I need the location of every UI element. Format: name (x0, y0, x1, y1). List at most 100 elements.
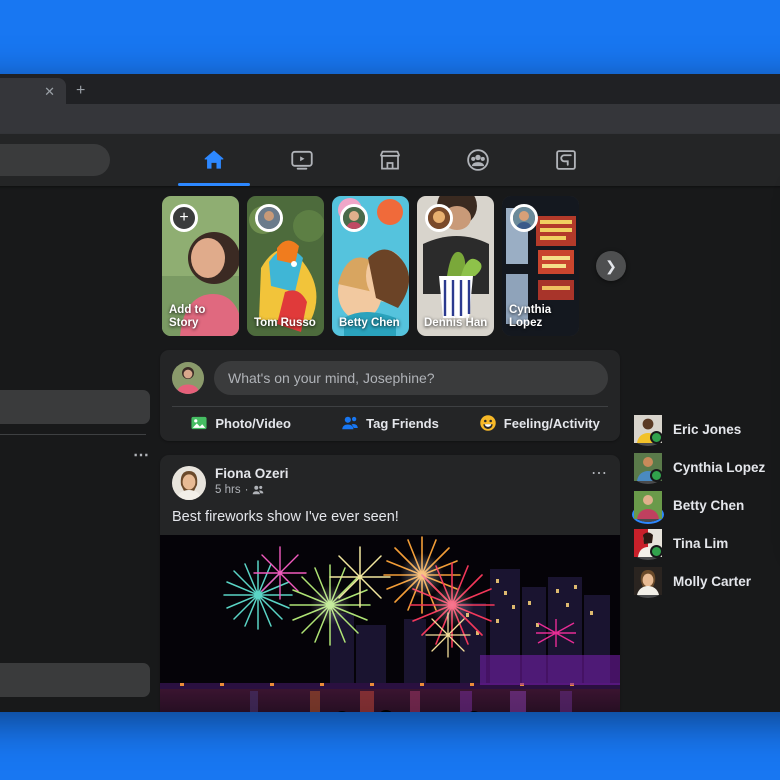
online-status-dot (650, 469, 663, 482)
desktop-background: k ✕ + book.com f (0, 0, 780, 780)
composer-row: What's on your mind, Josephine? (160, 350, 620, 406)
composer-action-label: Tag Friends (366, 416, 439, 431)
sidebar-see-more-button[interactable]: ▾ More ▾ (0, 390, 150, 424)
browser-tab-title: k (0, 85, 41, 97)
sidebar-item-profile[interactable]: liams (0, 198, 150, 236)
sidebar-item-shortcut[interactable]: liking Trails (0, 621, 150, 659)
story-card[interactable]: Betty Chen (332, 196, 409, 336)
contact-name: Molly Carter (673, 574, 751, 589)
story-author-avatar (340, 204, 368, 232)
stories-tray: + Add to Story (160, 196, 620, 336)
story-label: Cynthia Lopez (509, 304, 574, 330)
contact-avatar-image (634, 583, 662, 598)
post-text: Best fireworks show I've ever seen! (160, 500, 620, 535)
right-column: Josephine Will See Your Profile (620, 186, 780, 712)
avatar[interactable] (172, 362, 204, 394)
contact-avatar-image (634, 507, 662, 522)
online-status-dot (650, 545, 663, 558)
story-label: Tom Russo (254, 317, 319, 330)
storefront-icon (377, 147, 403, 173)
contact-item[interactable]: Molly Carter (634, 562, 780, 600)
contact-name: Betty Chen (673, 498, 744, 513)
sidebar-item-shortcut[interactable]: et (0, 545, 150, 583)
browser-tab-bar: k ✕ + (0, 74, 780, 104)
story-label: Dennis Han (424, 317, 489, 330)
fireworks-photo[interactable] (160, 535, 620, 712)
url-input[interactable]: book.com (0, 109, 780, 129)
contact-item[interactable]: Cynthia Lopez (634, 448, 780, 486)
story-card-add[interactable]: + Add to Story (162, 196, 239, 336)
sidebar-item-shortcut[interactable]: eroy Theatre (0, 469, 150, 507)
browser-window: k ✕ + book.com f (0, 74, 780, 712)
composer-action-label: Photo/Video (215, 416, 291, 431)
story-author-avatar (255, 204, 283, 232)
tab-watch[interactable] (258, 134, 346, 186)
online-status-dot (650, 431, 663, 444)
search-input[interactable]: acebook (0, 144, 110, 176)
story-card[interactable]: Cynthia Lopez (502, 196, 579, 336)
composer-tag-friends-button[interactable]: Tag Friends (315, 414, 464, 432)
story-author-avatar (425, 204, 453, 232)
contact-item[interactable]: Eric Jones (634, 410, 780, 448)
avatar (634, 415, 662, 443)
ellipsis-icon[interactable]: ⋯ (133, 448, 150, 464)
post-time[interactable]: 5 hrs (215, 484, 241, 496)
tab-groups[interactable] (434, 134, 522, 186)
groups-icon (465, 147, 491, 173)
facebook-top-nav: f acebook (0, 134, 780, 186)
friends-icon (252, 484, 264, 496)
contact-item[interactable]: Betty Chen (634, 486, 780, 524)
composer-input[interactable]: What's on your mind, Josephine? (214, 361, 608, 395)
composer-photo-video-button[interactable]: Photo/Video (166, 414, 315, 432)
plus-icon[interactable]: + (170, 204, 198, 232)
ellipsis-icon[interactable]: ⋯ (591, 466, 608, 482)
browser-tab[interactable]: k ✕ (0, 78, 66, 104)
composer-feeling-activity-button[interactable]: Feeling/Activity (465, 414, 614, 432)
news-feed: + Add to Story (160, 186, 620, 712)
stories-next-button[interactable]: ❯ (596, 251, 626, 281)
contact-name: Eric Jones (673, 422, 741, 437)
story-label: Betty Chen (339, 317, 404, 330)
gaming-icon (553, 147, 579, 173)
contact-item[interactable]: Tina Lim (634, 524, 780, 562)
shortcuts-see-more-button[interactable]: ▾ More ▾ (0, 663, 150, 697)
sidebar-item-shortcut[interactable]: Group (0, 583, 150, 621)
page-viewport: f acebook (0, 134, 780, 712)
tab-active-indicator (178, 183, 250, 186)
page-columns: liams ▾ More ▾ ⋯ (0, 186, 780, 712)
feed-post: Fiona Ozeri 5 hrs · (160, 455, 620, 712)
nav-right-group: Josephine + (620, 144, 780, 176)
close-icon[interactable]: ✕ (41, 85, 58, 98)
composer-action-label: Feeling/Activity (504, 416, 600, 431)
video-icon (289, 147, 315, 173)
sidebar-items-offscreen (0, 236, 150, 386)
emoji-icon (479, 414, 497, 432)
contacts-list: Eric Jones (634, 410, 780, 600)
post-timestamp-row: 5 hrs · (215, 484, 591, 496)
chevron-right-icon: ❯ (605, 258, 617, 275)
post-header: Fiona Ozeri 5 hrs · (160, 455, 620, 500)
sidebar-item-shortcut[interactable]: s (0, 507, 150, 545)
tag-friends-icon (341, 414, 359, 432)
story-card[interactable]: Dennis Han (417, 196, 494, 336)
composer-placeholder: What's on your mind, Josephine? (228, 370, 435, 386)
tab-home[interactable] (170, 134, 258, 186)
post-composer: What's on your mind, Josephine? (160, 350, 620, 441)
avatar (634, 529, 662, 557)
browser-url-bar: book.com (0, 104, 780, 134)
story-card[interactable]: Tom Russo (247, 196, 324, 336)
avatar (634, 567, 662, 595)
avatar[interactable] (172, 466, 206, 500)
avatar (634, 453, 662, 481)
shortcuts-header: ⋯ (0, 443, 150, 469)
composer-actions: Photo/Video Tag Friends (160, 407, 620, 441)
tab-marketplace[interactable] (346, 134, 434, 186)
photo-icon (190, 414, 208, 432)
avatar (634, 491, 662, 519)
tab-gaming[interactable] (522, 134, 610, 186)
left-sidebar: liams ▾ More ▾ ⋯ (0, 186, 160, 712)
post-separator: · (245, 484, 249, 496)
post-author[interactable]: Fiona Ozeri (215, 466, 591, 483)
nav-tabs (160, 134, 620, 186)
plus-icon[interactable]: + (76, 82, 85, 100)
